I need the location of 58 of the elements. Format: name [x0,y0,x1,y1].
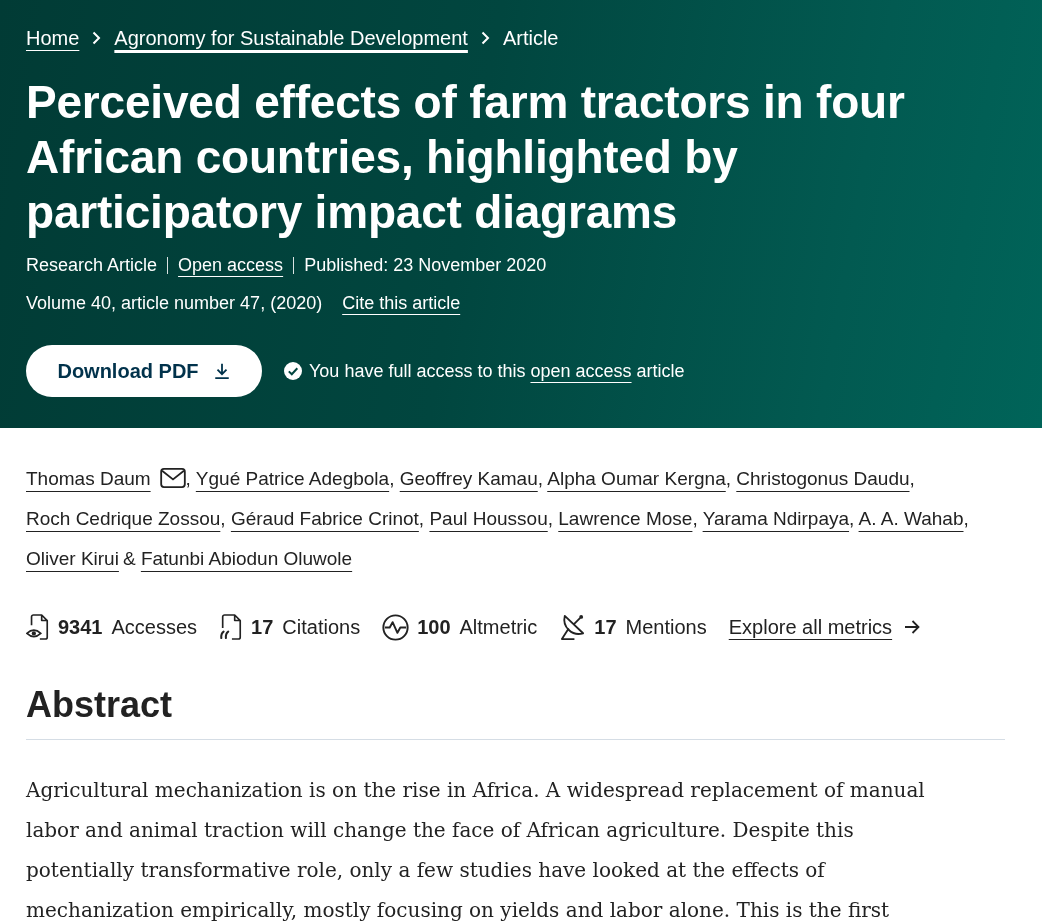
explore-metrics-link[interactable]: Explore all metrics [728,615,921,639]
author-separator: , [185,468,191,489]
check-circle-icon [284,362,302,380]
mail-icon[interactable] [159,468,186,488]
author-separator: & [122,548,136,569]
author-separator: , [725,468,731,489]
arrow-right-icon [904,620,921,634]
author-link[interactable]: Lawrence Mose [558,508,693,529]
metric-label: Altmetric [459,615,538,639]
author-link[interactable]: Géraud Fabrice Crinot [230,508,419,529]
article-type: Research Article [26,254,158,277]
author-link[interactable]: Oliver Kirui [26,548,119,569]
author-separator: , [692,508,698,529]
metric-count: 17 [594,615,617,639]
access-note: You have full access to this open access article [309,360,685,383]
author-separator: , [909,468,915,489]
author-link[interactable]: Geoffrey Kamau [399,468,538,489]
metric-label: Accesses [111,615,198,639]
abstract-heading: Abstract [26,683,174,727]
author-link[interactable]: Fatunbi Abiodun Oluwole [140,548,353,569]
abstract-text: Agricultural mechanization is on the rise in Africa. A widespread replacement of manual labor and animal traction will change the face of African agriculture. Despite this potentially transformative role, only a few studies have looked at the effects of mechanization empirically, mostly focusing on yields and labor alone. This is the first [26,777,926,923]
author-link[interactable]: A. A. Wahab [858,508,964,529]
breadcrumb-current: Article [502,26,559,51]
chevron-icon [92,31,102,45]
document-quote-icon [219,614,244,640]
author-separator: , [389,468,395,489]
author-separator: , [418,508,425,529]
author-link[interactable]: Roch Cedrique Zossou [26,508,221,529]
author-separator: , [547,508,553,529]
open-access-link[interactable]: open access [530,361,632,381]
download-icon [212,362,231,380]
pulse-circle-icon [382,613,410,641]
author-link[interactable]: Ygué Patrice Adegbola [195,468,390,489]
metric-label: Citations [282,615,361,639]
metric-count: 17 [251,615,274,639]
author-separator: , [537,468,543,489]
author-link[interactable]: Alpha Oumar Kergna [547,468,726,489]
open-access-link[interactable]: Open access [178,253,284,277]
breadcrumb-link[interactable]: Agronomy for Sustainable Development [114,25,468,51]
author-separator: , [849,508,855,529]
author-link[interactable]: Thomas Daum [26,468,151,489]
author-separator: , [220,508,226,529]
citation-info: Volume 40, article number 47, (2020) [26,292,323,315]
satellite-dish-icon [559,613,587,641]
author-separator: , [963,508,969,529]
author-link[interactable]: Yarama Ndirpaya [702,508,850,529]
chevron-icon [480,31,490,45]
metric-label: Mentions [625,615,707,639]
author-link[interactable]: Christogonus Daudu [736,468,910,489]
article-title: Perceived effects of farm tractors in four African countries, highlighted by participatory impact diagrams [26,75,906,240]
metric-count: 100 [417,615,451,639]
breadcrumb-link[interactable]: Home [26,25,80,51]
metric-count: 9341 [58,615,103,639]
cite-article-link[interactable]: Cite this article [342,291,461,315]
document-eye-icon [26,614,50,640]
author-link[interactable]: Paul Houssou [429,508,548,529]
download-pdf-button[interactable]: Download PDF [26,345,262,397]
publish-date: Published: 23 November 2020 [304,254,547,277]
